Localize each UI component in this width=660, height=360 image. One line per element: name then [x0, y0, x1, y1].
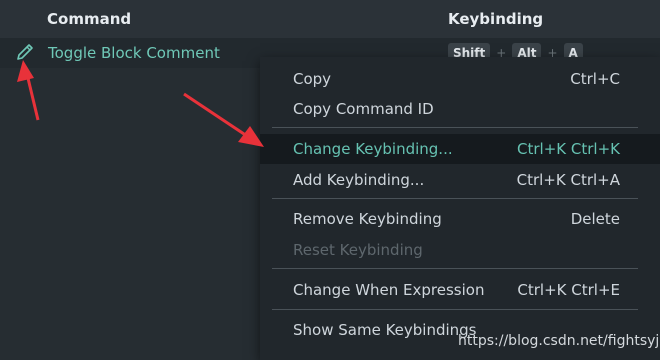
red-arrow-icon	[183, 92, 264, 147]
watermark-text: https://blog.csdn.net/fightsyj	[458, 333, 660, 349]
red-arrow-icon	[17, 60, 40, 121]
annotation-arrows	[17, 60, 264, 147]
